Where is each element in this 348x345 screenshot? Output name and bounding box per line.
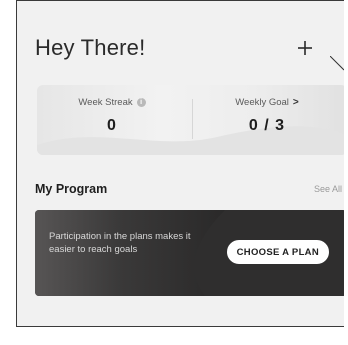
weekly-goal-stat[interactable]: Weekly Goal > 0 / 3 [192, 95, 342, 135]
device-edge-right [344, 0, 348, 345]
week-streak-stat[interactable]: Week Streak i 0 [37, 95, 187, 135]
add-button[interactable] [292, 35, 318, 61]
choose-plan-button[interactable]: CHOOSE A PLAN [226, 240, 329, 264]
weekly-goal-label: Weekly Goal [235, 96, 289, 108]
home-screen: Hey There! Week Streak i 0 Weekly Goal > [16, 0, 344, 327]
program-card: Participation in the plans makes it easi… [35, 210, 344, 296]
stats-card: Week Streak i 0 Weekly Goal > 0 / 3 [37, 85, 344, 155]
my-program-title: My Program [35, 182, 108, 196]
info-icon[interactable]: i [136, 97, 146, 107]
week-streak-value: 0 [107, 117, 117, 134]
plus-icon [298, 41, 312, 55]
greeting-title: Hey There! [35, 35, 146, 60]
weekly-goal-label-row: Weekly Goal > [192, 95, 342, 109]
program-description: Participation in the plans makes it easi… [49, 231, 191, 255]
weekly-goal-value: 0 / 3 [248, 117, 286, 134]
see-all-link[interactable]: See All [314, 184, 342, 194]
week-streak-label-row: Week Streak i [37, 95, 187, 109]
week-streak-label: Week Streak [78, 96, 133, 108]
annotation-line [330, 56, 344, 71]
chevron-right-icon: > [292, 96, 299, 108]
device-edge-left [0, 0, 16, 345]
top-bar: Hey There! [35, 31, 332, 71]
